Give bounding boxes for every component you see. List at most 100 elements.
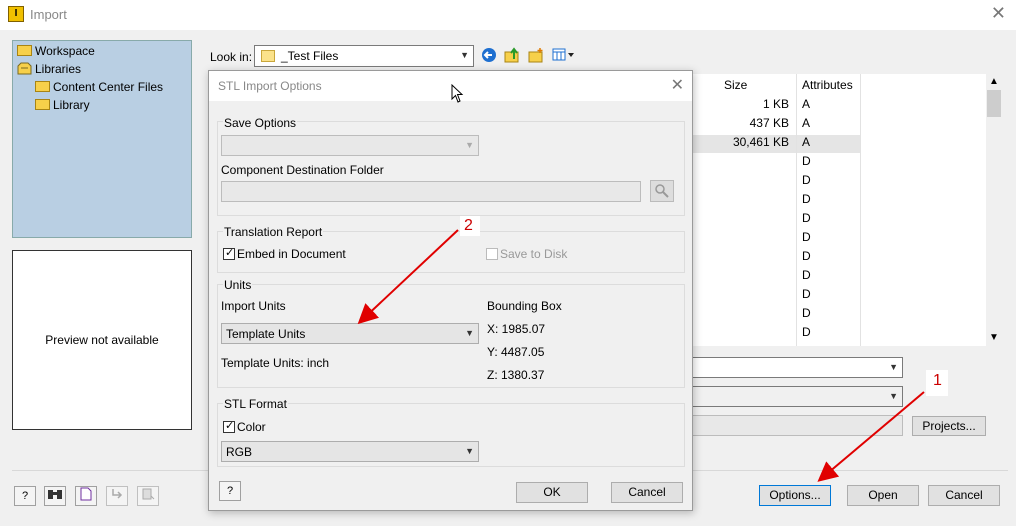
chevron-down-icon: ▼ xyxy=(465,140,474,150)
tree-item-libraries[interactable]: Libraries xyxy=(17,60,81,78)
embed-in-document-label: Embed in Document xyxy=(237,247,346,261)
tree-item-label: Library xyxy=(53,98,90,112)
tree-item-workspace[interactable]: Workspace xyxy=(17,42,95,60)
window-title: Import xyxy=(30,7,67,22)
help-icon[interactable]: ? xyxy=(14,486,36,506)
destination-folder-field xyxy=(221,181,641,202)
bounding-box-y: Y: 4487.05 xyxy=(487,345,545,359)
save-to-disk-label: Save to Disk xyxy=(500,247,568,261)
tree-item-content-center-files[interactable]: Content Center Files xyxy=(35,78,163,96)
app-icon: I xyxy=(8,6,24,22)
file-type-combo[interactable]: ▼ xyxy=(690,386,903,407)
tree-item-label: Content Center Files xyxy=(53,80,164,94)
preview-pane: Preview not available xyxy=(12,250,192,430)
color-label: Color xyxy=(237,420,266,434)
bounding-box-label: Bounding Box xyxy=(487,299,562,313)
color-format-value: RGB xyxy=(226,445,253,459)
file-attributes-cell: A xyxy=(802,116,811,130)
file-attributes-cell: D xyxy=(802,154,811,168)
file-attributes-cell: D xyxy=(802,249,811,263)
file-list[interactable]: Size Attributes 1 KB A 437 KB A 30,461 KB A D D… xyxy=(692,74,986,346)
chevron-down-icon: ▼ xyxy=(460,50,469,60)
file-attributes-cell: A xyxy=(802,135,811,149)
template-units-text: Template Units: inch xyxy=(221,356,330,370)
dialog-help-icon[interactable]: ? xyxy=(219,481,241,501)
file-attributes-cell: D xyxy=(802,306,811,320)
new-folder-icon[interactable] xyxy=(527,47,545,65)
file-attributes-cell: D xyxy=(802,192,811,206)
preview-text: Preview not available xyxy=(45,333,159,347)
color-format-combo[interactable]: RGB ▼ xyxy=(221,441,479,462)
window-title-bar xyxy=(0,0,1016,30)
embed-in-document-checkbox[interactable]: ✓ xyxy=(223,247,235,260)
open-button[interactable]: Open xyxy=(847,485,919,506)
import-icon xyxy=(137,486,159,506)
redirect-icon xyxy=(106,486,128,506)
checkmark-icon: ✓ xyxy=(225,420,235,432)
translation-report-group-label: Translation Report xyxy=(223,225,324,239)
project-file-combo xyxy=(690,415,903,436)
close-icon[interactable]: ✕ xyxy=(991,3,1006,24)
up-folder-icon[interactable] xyxy=(503,47,521,65)
column-divider xyxy=(860,74,861,346)
units-group-label: Units xyxy=(223,278,253,292)
browse-icon xyxy=(650,180,674,202)
locations-panel: Workspace Libraries Content Center Files… xyxy=(12,40,192,238)
dialog-cancel-button[interactable]: Cancel xyxy=(611,482,683,503)
scroll-up-icon[interactable]: ▲ xyxy=(989,76,999,87)
import-units-value: Template Units xyxy=(226,327,306,341)
scroll-down-icon[interactable]: ▼ xyxy=(989,332,999,343)
view-menu-icon[interactable] xyxy=(551,47,577,65)
tree-item-label: Libraries xyxy=(35,62,82,76)
file-size-cell: 30,461 KB xyxy=(732,135,789,149)
import-units-combo[interactable]: Template Units ▼ xyxy=(221,323,479,344)
color-checkbox[interactable]: ✓ xyxy=(223,420,235,433)
column-header-size[interactable]: Size xyxy=(724,78,747,92)
chevron-down-icon: ▼ xyxy=(465,446,474,456)
file-name-combo[interactable]: ▼ xyxy=(690,357,903,378)
destination-folder-label: Component Destination Folder xyxy=(221,163,384,177)
lookin-label: Look in: xyxy=(210,50,253,64)
bounding-box-x: X: 1985.07 xyxy=(487,322,546,336)
file-attributes-cell: D xyxy=(802,211,811,225)
bounding-box-z: Z: 1380.37 xyxy=(487,368,545,382)
file-size-cell: 437 KB xyxy=(749,116,789,130)
chevron-down-icon: ▼ xyxy=(465,328,474,338)
import-units-label: Import Units xyxy=(221,299,286,313)
file-attributes-cell: A xyxy=(802,97,811,111)
projects-button[interactable]: Projects... xyxy=(912,416,986,436)
column-divider xyxy=(796,74,797,346)
tree-item-label: Workspace xyxy=(35,44,95,58)
dialog-title: STL Import Options xyxy=(218,79,322,93)
ok-button[interactable]: OK xyxy=(516,482,588,503)
folder-icon xyxy=(261,50,275,62)
annotation-number-1: 1 xyxy=(933,372,942,389)
stl-format-group-label: STL Format xyxy=(223,397,288,411)
cancel-button[interactable]: Cancel xyxy=(928,485,1000,506)
file-attributes-cell: D xyxy=(802,173,811,187)
file-attributes-cell: D xyxy=(802,230,811,244)
file-attributes-cell: D xyxy=(802,287,811,301)
library-icon xyxy=(17,62,32,75)
folder-icon xyxy=(17,45,32,56)
column-header-attributes[interactable]: Attributes xyxy=(802,78,853,92)
back-icon[interactable] xyxy=(480,47,498,65)
document-icon[interactable] xyxy=(75,486,97,506)
lookin-value: _Test Files xyxy=(281,49,339,63)
folder-icon xyxy=(35,81,50,92)
file-attributes-cell: D xyxy=(802,325,811,339)
file-attributes-cell: D xyxy=(802,268,811,282)
annotation-number-2: 2 xyxy=(464,217,473,234)
save-to-disk-checkbox xyxy=(486,248,498,260)
find-icon[interactable] xyxy=(44,486,66,506)
dialog-close-icon[interactable]: ✕ xyxy=(671,75,684,95)
folder-icon xyxy=(35,99,50,110)
lookin-combo[interactable]: _Test Files ▼ xyxy=(254,45,474,67)
tree-item-library[interactable]: Library xyxy=(35,96,90,114)
mouse-cursor-icon xyxy=(451,84,464,103)
chevron-down-icon: ▼ xyxy=(889,362,898,372)
options-button[interactable]: Options... xyxy=(759,485,831,506)
save-options-combo: ▼ xyxy=(221,135,479,156)
scrollbar-thumb[interactable] xyxy=(987,90,1001,117)
checkmark-icon: ✓ xyxy=(225,247,235,259)
